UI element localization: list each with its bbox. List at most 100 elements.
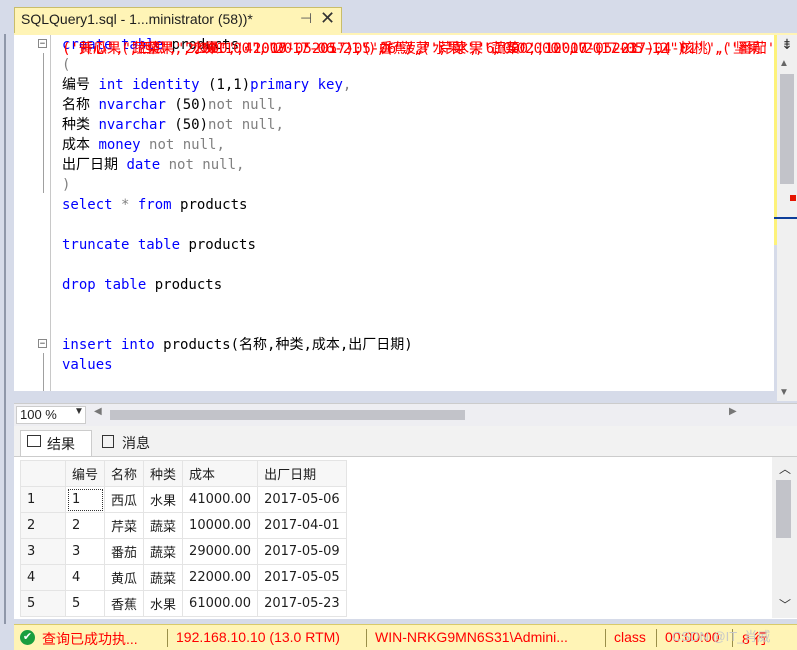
row-number-header[interactable]	[20, 460, 66, 487]
row-number[interactable]: 2	[20, 512, 66, 539]
column-header[interactable]: 出厂日期	[257, 460, 347, 487]
table-cell[interactable]: 蔬菜	[143, 512, 184, 539]
row-number[interactable]: 3	[20, 538, 66, 565]
status-user: WIN-NRKG9MN6S31\Admini...	[375, 629, 568, 645]
row-number[interactable]: 1	[20, 486, 66, 513]
code-token: ,	[342, 77, 352, 93]
code-line[interactable]	[62, 315, 413, 335]
code-token: from	[137, 197, 181, 213]
table-cell[interactable]: 蔬菜	[143, 564, 184, 591]
divider	[167, 629, 168, 647]
table-cell[interactable]: 41000.00	[182, 486, 259, 513]
table-row[interactable]: 4 4 黄瓜 蔬菜 22000.00 2017-05-05	[20, 564, 347, 591]
code-line[interactable]: 编号 int identity (1,1)primary key,	[62, 75, 413, 95]
divider	[605, 629, 606, 647]
table-cell[interactable]: 1	[64, 486, 106, 513]
table-cell[interactable]: 2017-05-05	[257, 564, 347, 591]
column-header[interactable]: 编号	[64, 460, 106, 487]
table-row[interactable]: 1 1 西瓜 水果 41000.00 2017-05-06	[20, 486, 347, 513]
table-cell[interactable]: 番茄	[104, 538, 145, 565]
divider	[366, 629, 367, 647]
chevron-down-icon[interactable]: ﹀	[779, 596, 791, 613]
table-cell[interactable]: 香蕉	[104, 590, 145, 617]
scroll-left-icon[interactable]: ◀	[94, 406, 102, 417]
column-header[interactable]: 种类	[143, 460, 184, 487]
left-panel-edge	[0, 34, 14, 649]
code-token: not null,	[149, 137, 225, 153]
tab-results[interactable]: 结果	[20, 430, 92, 456]
table-cell[interactable]: 22000.00	[182, 564, 259, 591]
grid-scroll-thumb[interactable]	[776, 480, 791, 538]
table-cell[interactable]: 黄瓜	[104, 564, 145, 591]
collapse-icon[interactable]: −	[38, 39, 47, 49]
tab-messages[interactable]: 消息	[98, 430, 176, 456]
table-cell[interactable]: 2017-05-06	[257, 486, 347, 513]
code-token: )	[62, 177, 71, 193]
table-cell[interactable]: 芹菜	[104, 512, 145, 539]
table-row[interactable]: 3 3 番茄 蔬菜 29000.00 2017-05-09	[20, 538, 347, 565]
table-cell[interactable]: 29000.00	[182, 538, 259, 565]
column-header[interactable]: 名称	[104, 460, 145, 487]
chevron-up-icon[interactable]: ︿	[779, 460, 791, 477]
code-token: products	[154, 277, 223, 293]
code-line[interactable]: 出厂日期 date not null,	[62, 155, 413, 175]
table-cell[interactable]: 3	[64, 538, 106, 565]
table-cell[interactable]: 5	[64, 590, 106, 617]
table-cell[interactable]: 2017-04-01	[257, 512, 347, 539]
scroll-right-icon[interactable]: ▶	[729, 406, 737, 417]
document-tab[interactable]: SQLQuery1.sql - 1...ministrator (58))* ⊣…	[14, 7, 342, 34]
table-cell[interactable]: 61000.00	[182, 590, 259, 617]
chevron-down-icon[interactable]: ▼	[74, 406, 84, 417]
code-line[interactable]: truncate table products	[62, 235, 413, 255]
table-cell[interactable]: 水果	[143, 486, 184, 513]
collapse-icon[interactable]: −	[38, 339, 47, 349]
scroll-down-icon[interactable]: ▼	[779, 387, 789, 398]
sql-editor[interactable]: − − create table products(编号 int identit…	[14, 35, 774, 391]
table-cell[interactable]: 2017-05-23	[257, 590, 347, 617]
table-row[interactable]: 2 2 芹菜 蔬菜 10000.00 2017-04-01	[20, 512, 347, 539]
pin-icon[interactable]: ⊣	[300, 10, 312, 27]
row-number[interactable]: 5	[20, 590, 66, 617]
code-token: 编号	[62, 77, 99, 93]
code-line[interactable]: insert into products(名称,种类,成本,出厂日期)	[62, 335, 413, 355]
code-line[interactable]: 成本 money not null,	[62, 135, 413, 155]
table-cell[interactable]: 西瓜	[104, 486, 145, 513]
table-cell[interactable]: 2	[64, 512, 106, 539]
code-line[interactable]: select * from products	[62, 195, 413, 215]
grid-icon	[27, 435, 41, 447]
editor-scroll-thumb[interactable]	[780, 74, 794, 184]
code-token: date	[126, 157, 169, 173]
table-cell[interactable]: 水果	[143, 590, 184, 617]
table-cell[interactable]: 2017-05-09	[257, 538, 347, 565]
code-token: not null,	[208, 97, 284, 113]
code-line[interactable]: 种类 nvarchar (50)not null,	[62, 115, 413, 135]
code-line[interactable]: 名称 nvarchar (50)not null,	[62, 95, 413, 115]
editor-horizontal-scroll-thumb[interactable]	[110, 410, 465, 420]
column-header[interactable]: 成本	[182, 460, 259, 487]
code-line[interactable]	[62, 295, 413, 315]
results-grid[interactable]: 编号 名称 种类 成本 出厂日期 1 1 西瓜 水果 41000.00 2017-05-0…	[14, 456, 797, 619]
left-panel-border	[4, 34, 6, 624]
code-token: not null,	[168, 157, 245, 173]
code-line[interactable]: )	[62, 175, 413, 195]
code-line[interactable]: drop table products	[62, 275, 413, 295]
split-editor-icon[interactable]: ⇟	[779, 36, 795, 54]
code-line[interactable]: ('黄瓜','蔬菜','22000','2017-05-05'),('香蕉','…	[62, 41, 769, 391]
status-message: 查询已成功执...	[42, 631, 138, 647]
code-token: truncate table	[62, 237, 189, 253]
table-cell[interactable]: 10000.00	[182, 512, 259, 539]
scroll-up-icon[interactable]: ▲	[779, 58, 789, 69]
code-token: (50)	[174, 117, 209, 133]
code-text[interactable]: create table products(编号 int identity (1…	[62, 35, 774, 391]
code-token: (1,1)	[208, 77, 251, 93]
code-line[interactable]	[62, 215, 413, 235]
divider	[656, 629, 657, 647]
code-line[interactable]	[62, 255, 413, 275]
row-number[interactable]: 4	[20, 564, 66, 591]
close-icon[interactable]: ✕	[320, 8, 335, 29]
table-row[interactable]: 5 5 香蕉 水果 61000.00 2017-05-23	[20, 590, 347, 617]
code-line[interactable]: values ('西瓜','水果','41000','2017-05-06'),…	[62, 41, 774, 375]
table-cell[interactable]: 蔬菜	[143, 538, 184, 565]
code-token: 名称	[62, 97, 99, 113]
table-cell[interactable]: 4	[64, 564, 106, 591]
